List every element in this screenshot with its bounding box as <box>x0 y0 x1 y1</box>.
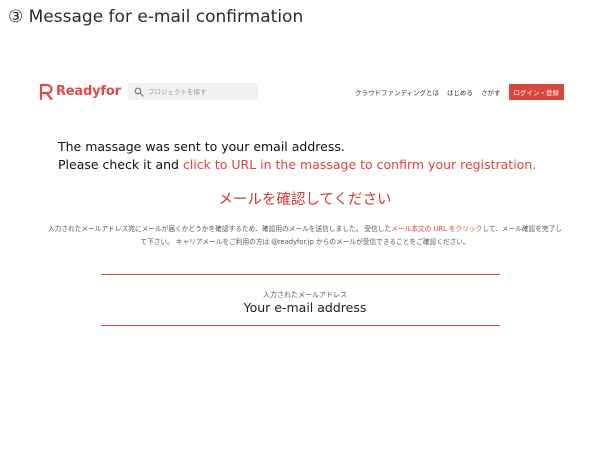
confirm-info-text: 入力されたメールアドレス宛にメールが届くかどうかを確認するため、確認用のメールを… <box>48 223 562 248</box>
sent-message-line2-plain: Please check it and <box>58 157 179 172</box>
nav-link-search[interactable]: さがす <box>481 87 501 97</box>
nav-link-about[interactable]: クラウドファンディングとは <box>355 87 439 97</box>
sent-message-line1: The massage was sent to your email addre… <box>58 139 345 154</box>
search-box[interactable] <box>128 83 258 100</box>
info-text-part1: 入力されたメールアドレス宛にメールが届くかどうかを確認するため、確認用のメールを… <box>48 225 392 233</box>
sent-message-line2-link: click to URL in the massage to confirm y… <box>182 157 537 172</box>
divider-bottom <box>101 325 500 326</box>
nav-link-start[interactable]: はじめる <box>447 87 473 97</box>
logo-text: Readyfor <box>56 83 121 99</box>
sent-message-line2: Please check it and click to URL in the … <box>58 156 536 174</box>
readyfor-logo[interactable]: Readyfor <box>38 82 121 100</box>
email-field-value: Your e-mail address <box>243 300 367 315</box>
readyfor-logo-icon <box>39 83 53 100</box>
login-register-button[interactable]: ログイン・登録 <box>508 83 564 100</box>
info-text-link-hint: メール本文の URL をクリック <box>391 225 483 233</box>
slide-title: ③ Message for e-mail confirmation <box>8 7 304 27</box>
email-field-label: 入力されたメールアドレス <box>263 291 347 299</box>
search-input[interactable] <box>144 87 253 96</box>
divider-top <box>101 274 500 275</box>
header-nav: クラウドファンディングとは はじめる さがす ログイン・登録 <box>355 83 564 100</box>
confirm-heading: メールを確認してください <box>218 192 392 208</box>
search-icon <box>134 87 144 97</box>
sent-message: The massage was sent to your email addre… <box>58 138 536 174</box>
site-header: Readyfor クラウドファンディングとは はじめる さがす ログイン・登録 <box>36 80 564 102</box>
